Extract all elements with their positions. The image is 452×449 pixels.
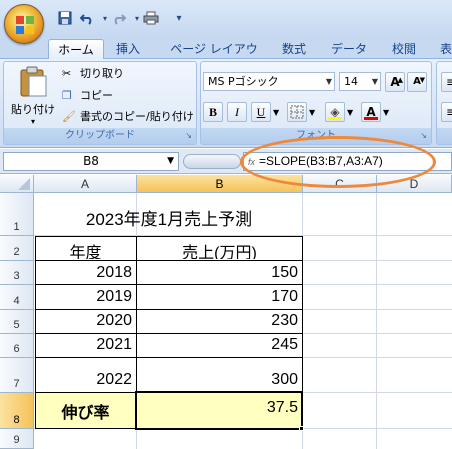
paste-button[interactable]: 貼り付け ▾ xyxy=(8,64,58,126)
table-border xyxy=(35,309,303,310)
row-header-3[interactable]: 3 xyxy=(0,261,34,285)
font-size-select[interactable]: 14 ▼ xyxy=(339,72,381,91)
tab-review[interactable]: 校閲 xyxy=(384,39,424,59)
cell-a8-label[interactable]: 伸び率 xyxy=(35,399,136,421)
font-name-select[interactable]: MS Pゴシック ▼ xyxy=(203,72,335,91)
row-header-4[interactable]: 4 xyxy=(0,285,34,310)
redo-icon[interactable] xyxy=(110,9,128,27)
title-bar: ▾ ▾ ▾ xyxy=(0,0,452,36)
shrink-font-button[interactable]: A ▼ xyxy=(407,72,427,92)
fill-handle[interactable] xyxy=(299,426,304,431)
office-button[interactable] xyxy=(4,4,44,44)
cell-b8-value[interactable]: 37.5 xyxy=(137,399,302,421)
row-header-1[interactable]: 1 xyxy=(0,193,34,236)
dialog-launcher-icon[interactable]: ↘ xyxy=(185,128,192,144)
border-icon xyxy=(290,105,304,119)
chevron-down-icon: ▼ xyxy=(371,77,378,86)
annotation-ellipse xyxy=(240,136,436,188)
grow-font-button[interactable]: A ▲ xyxy=(385,72,405,92)
tab-insert[interactable]: 挿入 xyxy=(108,39,148,59)
fill-color-button[interactable]: ◈ xyxy=(325,102,345,122)
dialog-launcher-icon[interactable]: ↘ xyxy=(420,128,427,144)
name-box[interactable]: B8 ▼ xyxy=(3,152,179,171)
tab-data[interactable]: データ xyxy=(326,39,372,59)
border-dropdown-icon[interactable]: ▼ xyxy=(309,105,315,121)
excel-window: ▾ ▾ ▾ ホーム 挿入 ページ レイアウト 数式 データ 校閲 表 xyxy=(0,0,452,449)
chevron-down-icon: ▼ xyxy=(167,156,174,166)
border-button[interactable] xyxy=(287,102,307,122)
copy-icon: ❐ xyxy=(62,89,72,102)
cell-b7[interactable]: 300 xyxy=(137,371,302,391)
table-border xyxy=(35,260,303,261)
scissors-icon: ✂ xyxy=(62,67,72,80)
cell-a5[interactable]: 2020 xyxy=(35,312,136,332)
tab-formulas[interactable]: 数式 xyxy=(274,39,314,59)
table-border xyxy=(35,357,303,358)
cell-a3[interactable]: 2018 xyxy=(35,264,136,284)
undo-icon[interactable] xyxy=(78,9,96,27)
gridline xyxy=(376,193,377,449)
font-color-dropdown-icon[interactable]: ▼ xyxy=(383,105,389,121)
format-painter-icon: 🖌 xyxy=(62,110,76,123)
row-header-2[interactable]: 2 xyxy=(0,236,34,261)
cell-a1-title[interactable]: 2023年度1月売上予測 xyxy=(35,205,303,227)
row-header-6[interactable]: 6 xyxy=(0,334,34,358)
alignment-group: ≡ ≡ xyxy=(436,61,452,145)
tab-page-layout[interactable]: ページ レイアウト xyxy=(168,39,260,76)
row-header-5[interactable]: 5 xyxy=(0,310,34,334)
underline-dropdown-icon[interactable]: ▼ xyxy=(273,105,279,121)
cell-b4[interactable]: 170 xyxy=(137,288,302,308)
cell-b6[interactable]: 245 xyxy=(137,336,302,356)
cell-a7[interactable]: 2022 xyxy=(35,371,136,391)
underline-button[interactable]: U xyxy=(251,102,271,122)
table-border xyxy=(35,284,303,285)
customize-qat-icon[interactable]: ▾ xyxy=(170,9,188,27)
formula-bar-splitter[interactable] xyxy=(183,154,241,169)
row-header-8[interactable]: 8 xyxy=(0,393,34,429)
copy-label: コピー xyxy=(80,89,113,102)
select-all-corner[interactable] xyxy=(0,175,34,193)
tab-home[interactable]: ホーム xyxy=(48,39,104,59)
cell-b5[interactable]: 230 xyxy=(137,312,302,332)
fill-dropdown-icon[interactable]: ▼ xyxy=(347,105,353,121)
cell-a2-header[interactable]: 年度 xyxy=(35,239,136,259)
alignment-group-label xyxy=(437,128,452,144)
format-painter-label: 書式のコピー/貼り付け xyxy=(80,110,194,123)
print-icon[interactable] xyxy=(142,9,160,27)
save-icon[interactable] xyxy=(56,9,74,27)
tab-view[interactable]: 表 xyxy=(436,39,452,59)
bold-button[interactable]: B xyxy=(203,102,223,122)
align-top-button[interactable]: ≡ xyxy=(441,72,452,92)
italic-button[interactable]: I xyxy=(227,102,247,122)
office-logo-icon xyxy=(16,16,34,34)
cell-a4[interactable]: 2019 xyxy=(35,288,136,308)
table-border xyxy=(35,333,303,334)
align-left-button[interactable]: ≡ xyxy=(441,102,452,122)
clipboard-group-label: クリップボード ↘ xyxy=(4,128,196,144)
cut-label: 切り取り xyxy=(80,67,124,80)
font-color-button[interactable]: A xyxy=(361,102,381,122)
row-header-9[interactable]: 9 xyxy=(0,429,34,449)
cell-a6[interactable]: 2021 xyxy=(35,336,136,356)
ribbon: 貼り付け ▾ ✂ 切り取り ❐ コピー 🖌 書式のコピー/貼り付け クリップボー… xyxy=(0,59,452,148)
column-header-a[interactable]: A xyxy=(34,175,137,193)
paste-icon xyxy=(20,66,47,97)
row-header-7[interactable]: 7 xyxy=(0,358,34,393)
spreadsheet-grid[interactable]: A B C D 1 2 3 4 5 6 7 8 9 2023年度1月売上予測 年… xyxy=(0,175,452,449)
ribbon-tabs: ホーム 挿入 ページ レイアウト 数式 データ 校閲 表 xyxy=(0,36,452,76)
cell-b3[interactable]: 150 xyxy=(137,264,302,284)
clipboard-group: 貼り付け ▾ ✂ 切り取り ❐ コピー 🖌 書式のコピー/貼り付け クリップボー… xyxy=(3,61,197,145)
chevron-down-icon: ▼ xyxy=(325,77,332,86)
font-group: MS Pゴシック ▼ 14 ▼ A ▲ A ▼ B I U ▼ ▼ ◈ ▼ A … xyxy=(200,61,432,145)
cell-b2-header[interactable]: 売上(万円) xyxy=(137,239,302,259)
